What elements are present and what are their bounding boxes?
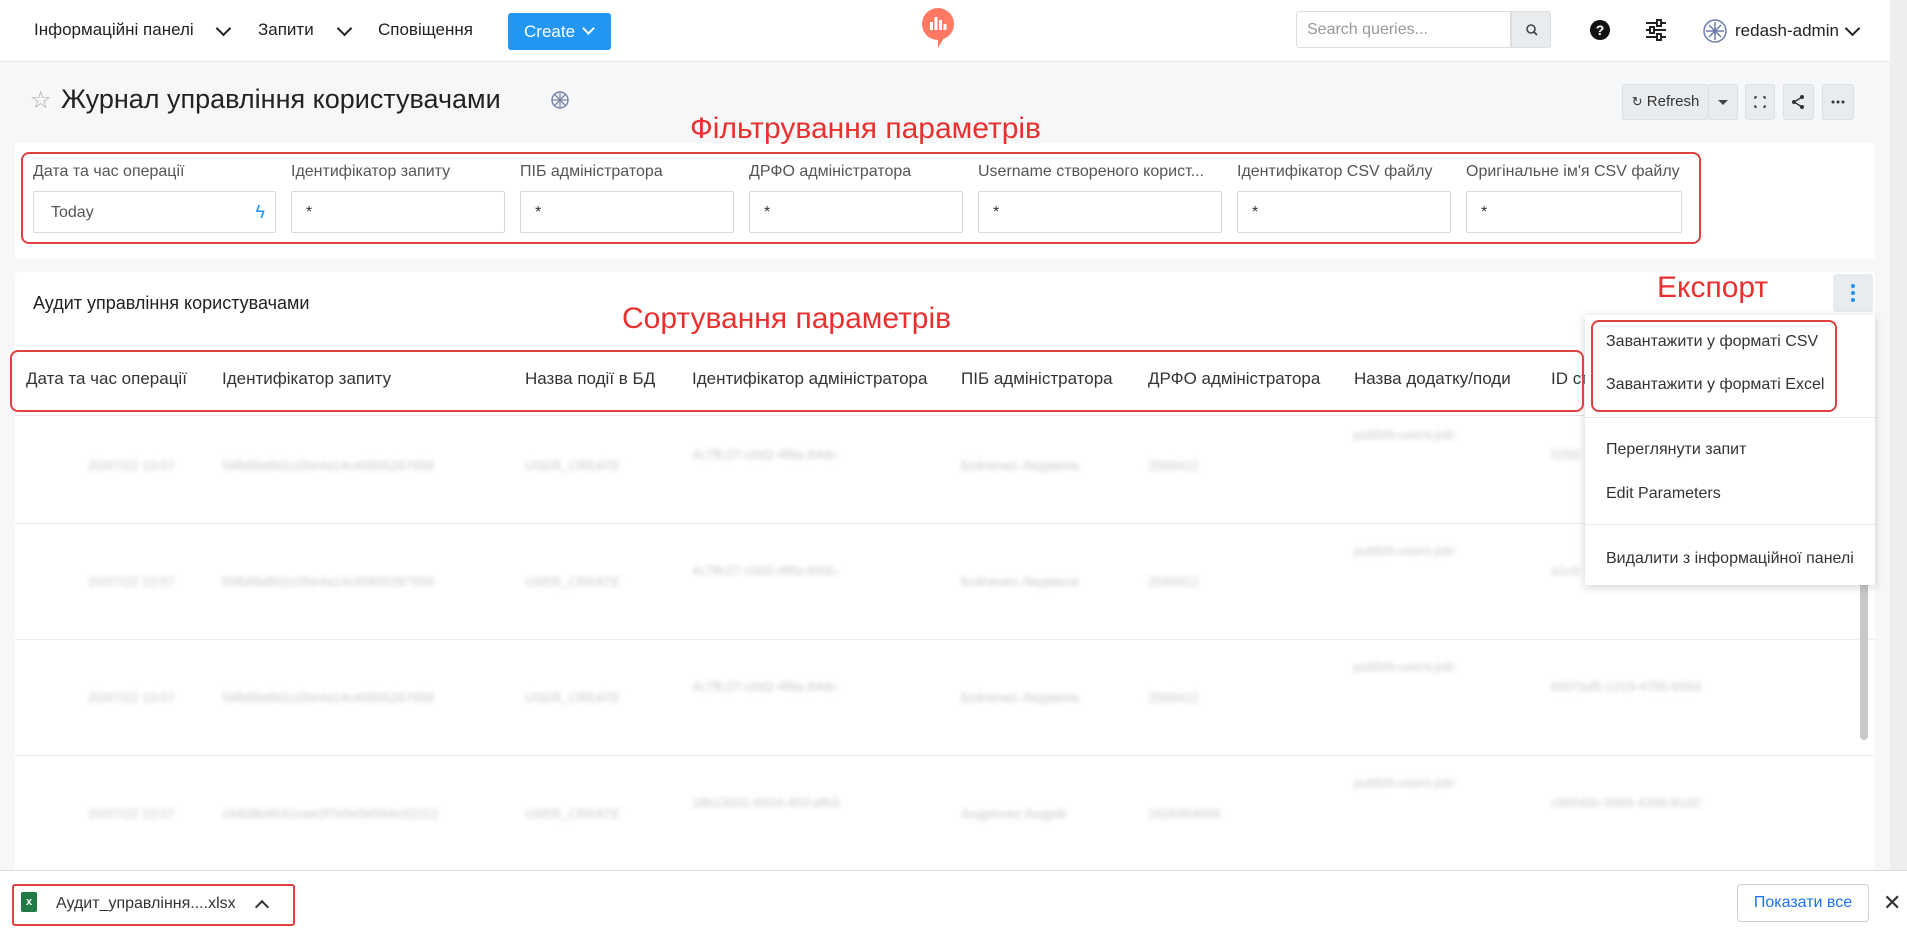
kebab-dot bbox=[1851, 298, 1855, 302]
table-cell: 2589412 bbox=[1148, 690, 1199, 705]
table-cell: b507ad5-1219-4785-b564 bbox=[1551, 679, 1702, 694]
widget-title: Аудит управління користувачами bbox=[33, 293, 310, 313]
widget-menu-button[interactable] bbox=[1833, 274, 1873, 312]
table-cell: 20/07/22 10:57 bbox=[88, 574, 175, 589]
table-cell: publish-users-job- bbox=[1354, 775, 1458, 790]
annotation-sorting: Сортування параметрів bbox=[622, 302, 952, 335]
table-cell: c9654dc-9964-4346-81d2 bbox=[1551, 795, 1700, 810]
table-cell: 18b13d31-6824-4f1f-af63- bbox=[692, 795, 844, 810]
nav-queries[interactable]: Запити bbox=[258, 20, 314, 40]
annotation-box-filters bbox=[21, 152, 1701, 244]
avatar[interactable] bbox=[1703, 19, 1727, 43]
refresh-label: Refresh bbox=[1646, 93, 1700, 110]
ellipsis-icon bbox=[1831, 100, 1845, 104]
table-cell: publish-users-job- bbox=[1354, 659, 1458, 674]
user-name[interactable]: redash-admin bbox=[1735, 21, 1839, 41]
table-cell: 2589412 bbox=[1148, 458, 1199, 473]
kebab-dot bbox=[1851, 291, 1855, 295]
vertical-scrollbar[interactable] bbox=[1860, 580, 1868, 740]
redash-logo-icon[interactable] bbox=[921, 8, 955, 48]
table-cell: USER_CREATE bbox=[525, 690, 621, 705]
table-cell: 20/07/22 10:57 bbox=[88, 458, 175, 473]
table-cell: USER_CREATE bbox=[525, 458, 621, 473]
gear-icon bbox=[551, 91, 569, 109]
table-cell: Бойченко Людмила bbox=[961, 458, 1079, 473]
help-icon[interactable]: ? bbox=[1590, 20, 1610, 40]
table-cell: 59fb8fa8fd1c05e4a14c45805287958 bbox=[222, 690, 434, 705]
chevron-down-icon bbox=[582, 22, 595, 35]
annotation-filtering: Фільтрування параметрів bbox=[690, 112, 1041, 145]
kebab-dot bbox=[1851, 284, 1855, 288]
remove-from-dashboard-menu-item[interactable]: Видалити з інформаційної панелі bbox=[1606, 550, 1854, 568]
menu-divider bbox=[1585, 524, 1875, 525]
table-cell: 20/07/22 10:57 bbox=[88, 690, 175, 705]
nav-dashboards[interactable]: Інформаційні панелі bbox=[34, 20, 194, 40]
menu-divider bbox=[1585, 417, 1875, 418]
caret-down-icon bbox=[1718, 100, 1728, 105]
edit-parameters-menu-item[interactable]: Edit Parameters bbox=[1606, 485, 1721, 503]
share-icon bbox=[1792, 95, 1804, 109]
settings-sliders-icon[interactable] bbox=[1644, 19, 1668, 41]
table-cell: USER_CREATE bbox=[525, 574, 621, 589]
excel-file-icon: x bbox=[21, 892, 37, 912]
search-button[interactable] bbox=[1511, 11, 1551, 48]
close-icon[interactable]: ✕ bbox=[1883, 890, 1901, 916]
share-button[interactable] bbox=[1783, 84, 1814, 120]
view-query-menu-item[interactable]: Переглянути запит bbox=[1606, 441, 1746, 459]
page-title: Журнал управління користувачами bbox=[61, 84, 501, 114]
fullscreen-icon bbox=[1754, 96, 1766, 108]
annotation-box-columns bbox=[10, 350, 1584, 412]
table-cell: c94b8b4fc61eae2f7e5e5b594e32213 bbox=[222, 806, 438, 821]
favorite-star-icon[interactable]: ☆ bbox=[30, 86, 52, 115]
table-cell: Бойченко Людмила bbox=[961, 690, 1079, 705]
row-divider bbox=[15, 639, 1875, 640]
table-cell: a1c6 bbox=[1551, 563, 1580, 578]
table-cell: 4c7ffc27-c0d2-4f8a-84dc- bbox=[692, 679, 840, 694]
refresh-schedule-dropdown[interactable] bbox=[1708, 84, 1738, 120]
table-cell: 20/07/22 10:07 bbox=[88, 806, 175, 821]
refresh-icon: ↻ bbox=[1631, 94, 1643, 109]
table-cell: 59fb8fa8fd1c05e4a14c45805287958 bbox=[222, 574, 434, 589]
table-cell: 4c7ffc27-c0d2-4f8a-84dc- bbox=[692, 447, 840, 462]
table-cell: publish-users-job- bbox=[1354, 427, 1458, 442]
search-icon bbox=[1526, 24, 1538, 36]
table-cell: 4c7ffc27-c0d2-4f8a-84dc- bbox=[692, 563, 840, 578]
page-scrollbar-track[interactable] bbox=[1890, 0, 1907, 933]
more-options-button[interactable] bbox=[1822, 84, 1854, 120]
table-cell: publish-users-job- bbox=[1354, 543, 1458, 558]
search-input[interactable]: Search queries... bbox=[1296, 11, 1511, 48]
table-cell: 59fb8fa8fd1c05e4a14c45805287958 bbox=[222, 458, 434, 473]
show-all-downloads-button[interactable]: Показати все bbox=[1737, 884, 1869, 922]
table-cell: Бойченко Людмила bbox=[961, 574, 1079, 589]
table-cell: USER_CREATE bbox=[525, 806, 621, 821]
annotation-export: Експорт bbox=[1657, 271, 1769, 304]
table-cell: 2589412 bbox=[1148, 574, 1199, 589]
table-cell: 1626364656 bbox=[1148, 806, 1221, 821]
create-button[interactable]: Create bbox=[508, 13, 611, 50]
row-divider bbox=[15, 755, 1875, 756]
create-label: Create bbox=[524, 22, 576, 41]
download-file-name[interactable]: Аудит_управління....xlsx bbox=[56, 895, 236, 913]
table-cell: 5260 bbox=[1551, 447, 1580, 462]
annotation-box-export bbox=[1591, 320, 1837, 412]
nav-alerts[interactable]: Сповіщення bbox=[378, 20, 473, 40]
table-cell: Андрієнко Андрій bbox=[961, 806, 1066, 821]
fullscreen-button[interactable] bbox=[1745, 84, 1775, 120]
refresh-button[interactable]: ↻ Refresh bbox=[1622, 84, 1709, 120]
